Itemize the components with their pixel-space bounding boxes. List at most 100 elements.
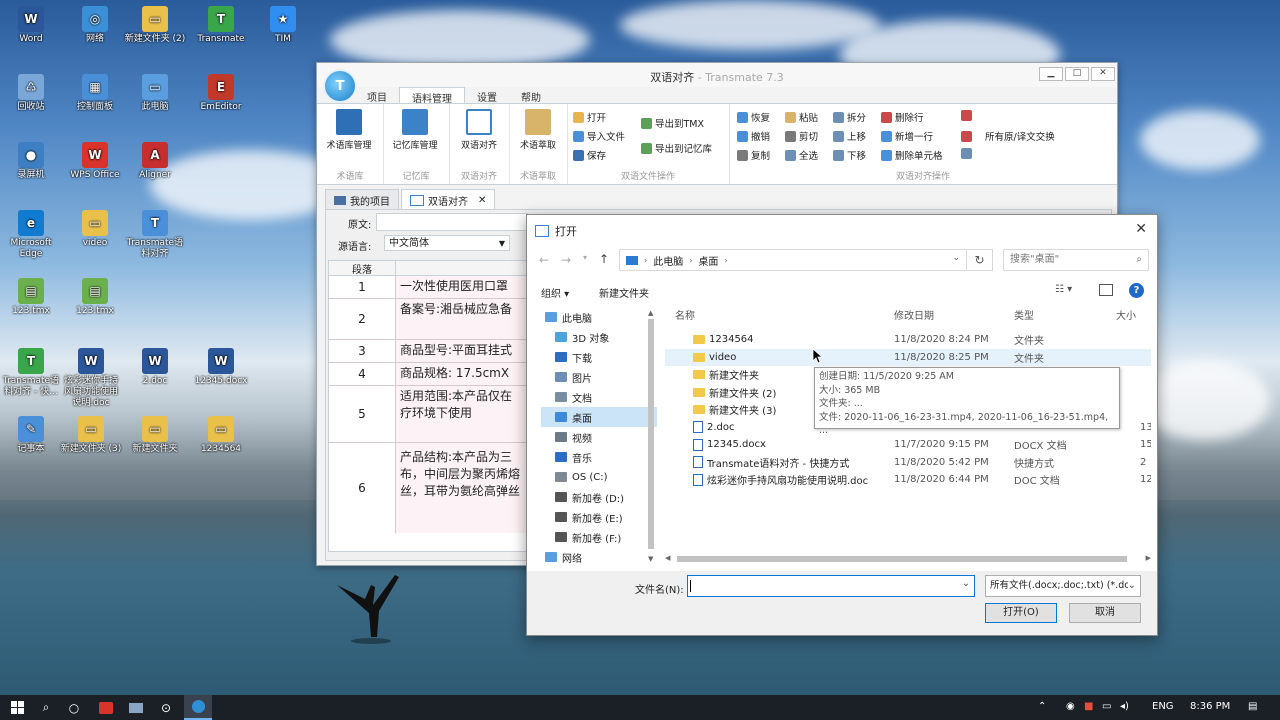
recorder-taskbar-icon[interactable]: ⊙ [152,695,180,720]
forward-arrow-icon[interactable]: → [561,253,571,267]
move-up-button[interactable]: 上移 [833,129,866,143]
delete-cell-button[interactable]: 删除单元格 [881,148,943,162]
desktop-icon[interactable]: ▭ video [64,210,126,249]
tab-project[interactable]: 项目 [355,87,399,104]
recent-chevron-icon[interactable]: ▾ [583,253,587,262]
minimize-button[interactable]: ▁ [1039,67,1063,81]
undo-button[interactable]: 撤销 [737,129,770,143]
address-bar[interactable]: › 此电脑 › 桌面 › ⌄ [619,249,967,271]
up-arrow-icon[interactable]: ↑ [599,252,609,266]
file-row[interactable]: 炫彩迷你手持风扇功能使用说明.doc 11/8/2020 6:44 PM DOC 文… [665,471,1151,488]
hscroll-thumb[interactable] [677,556,1127,562]
row-source-text[interactable]: 产品结构:本产品为三 布，中间层为聚丙烯熔 丝，耳带为氨纶高弹丝 [396,443,529,533]
tab-bilingual-align[interactable]: 双语对齐 ✕ [401,189,496,211]
nav-item[interactable]: 网络 [541,547,657,567]
desktop-icon[interactable]: ★ TIM [252,6,314,45]
file-row[interactable]: 1234564 11/8/2020 8:24 PM 文件夹 [665,331,1151,348]
table-row[interactable]: 6 产品结构:本产品为三 布，中间层为聚丙烯熔 丝，耳带为氨纶高弹丝 [329,443,529,533]
nav-item[interactable]: 图片 [541,367,657,387]
desktop-icon[interactable]: ▭ 新建文件夹 [124,416,186,455]
desktop-icon[interactable]: W Word [0,6,62,45]
desktop-icon[interactable]: ♺ 回收站 [0,74,62,113]
move-down-button[interactable]: 下移 [833,148,866,162]
preview-pane-icon[interactable] [1099,284,1113,296]
organize-menu[interactable]: 组织 ▾ [541,285,569,300]
tab-help[interactable]: 帮助 [509,87,553,104]
nav-item[interactable]: 新加卷 (D:) [541,487,657,507]
desktop-icon[interactable]: ▭ 此电脑 [124,74,186,113]
task-view-icon[interactable]: ○ [60,695,88,720]
help-icon[interactable]: ? [1129,283,1144,298]
file-row[interactable]: Transmate语料对齐 - 快捷方式 11/8/2020 5:42 PM 快捷方… [665,454,1151,471]
source-lang-select[interactable]: 中文简体 ▼ [384,235,510,251]
desktop-icon[interactable]: ◎ 网络 [64,6,126,45]
desktop-icon[interactable]: E EmEditor [190,74,252,113]
wps-taskbar-icon[interactable] [92,695,120,720]
nav-item[interactable]: 3D 对象 [541,327,657,347]
nav-pane-scrollbar[interactable]: ▲ ▼ [647,307,655,565]
chevron-down-icon[interactable]: ⌄ [962,578,970,589]
file-row[interactable]: 12345.docx 11/7/2020 9:15 PM DOCX 文档 15 [665,436,1151,453]
swap-all-button[interactable]: 所有原/译文交换 [961,129,1055,143]
file-list-hscrollbar[interactable]: ◀ ▶ [665,553,1151,565]
desktop-icon[interactable]: A Aligner [124,142,186,181]
tab-settings[interactable]: 设置 [465,87,509,104]
nav-item[interactable]: 下载 [541,347,657,367]
tab-corpus-management[interactable]: 语料管理 [399,87,465,105]
desktop-icon[interactable]: T Transmate语料对齐 - 快... [0,348,62,398]
row-source-text[interactable]: 商品型号:平面耳挂式 [396,340,529,362]
column-type[interactable]: 类型 [1014,307,1034,322]
bilingual-align-button[interactable]: 双语对齐 [453,109,505,151]
term-extract-button[interactable]: 术语萃取 [512,109,564,151]
breadcrumb-this-pc[interactable]: 此电脑 [653,253,683,268]
desktop-icon[interactable]: W 2.doc [124,348,186,387]
export-tmx-button[interactable]: 导出到TMX [641,116,704,130]
row-source-text[interactable]: 适用范围:本产品仅在 疗环境下使用 [396,386,529,442]
desktop-icon[interactable]: W 炫彩迷你手持风扇功能使用说明.doc [60,348,122,409]
input-language[interactable]: ENG [1152,701,1174,712]
start-button[interactable] [4,695,32,720]
cancel-button[interactable]: 取消 [1069,603,1141,623]
scroll-thumb[interactable] [648,319,654,549]
close-tab-icon[interactable]: ✕ [478,195,486,206]
row-source-text[interactable]: 一次性使用医用口罩 [396,276,529,298]
tray-chevron-icon[interactable]: ⌃ [1038,701,1046,712]
file-row[interactable]: video 11/8/2020 8:25 PM 文件夹 [665,348,1151,366]
open-file-button[interactable]: 打开 [573,110,606,124]
table-row[interactable]: 1 一次性使用医用口罩 [329,276,529,299]
row-source-text[interactable]: 商品规格: 17.5cmX [396,363,529,385]
restore-button[interactable]: 恢复 [737,110,770,124]
swap-small-button-1[interactable] [961,110,972,121]
window-titlebar[interactable]: 双语对齐 - Transmate 7.3 ▁ □ ✕ [317,63,1117,87]
close-button[interactable]: ✕ [1091,67,1115,81]
maximize-button[interactable]: □ [1065,67,1089,81]
address-dropdown-icon[interactable]: ⌄ [952,253,960,263]
new-folder-button[interactable]: 新建文件夹 [599,285,649,300]
search-input[interactable]: 搜索"桌面" ⌕ [1003,249,1149,271]
nav-item[interactable]: 音乐 [541,447,657,467]
termbase-manage-button[interactable]: 术语库管理 [323,109,375,151]
table-row[interactable]: 4 商品规格: 17.5cmX [329,363,529,386]
column-size[interactable]: 大小 [1116,307,1136,322]
explorer-taskbar-icon[interactable] [122,695,150,720]
nav-item[interactable]: OS (C:) [541,467,657,487]
notification-icon[interactable]: ▤ [1248,701,1257,712]
table-row[interactable]: 5 适用范围:本产品仅在 疗环境下使用 [329,386,529,443]
desktop-icon[interactable]: e Microsoft Edge [0,210,62,260]
row-source-text[interactable]: 备案号:湘岳械应急备 [396,299,529,339]
dialog-close-button[interactable]: ✕ [1135,221,1147,237]
copy-button[interactable]: 复制 [737,148,770,162]
app-logo-icon[interactable]: T [323,69,357,103]
table-row[interactable]: 3 商品型号:平面耳挂式 [329,340,529,363]
nav-item[interactable]: 文档 [541,387,657,407]
desktop-icon[interactable]: W 12345.docx [190,348,252,387]
nav-item[interactable]: 此电脑 [541,307,657,327]
cut-button[interactable]: 剪切 [785,129,818,143]
desktop-icon[interactable]: ▭ 新建文件夹 (2) [124,6,186,45]
nav-item[interactable]: 新加卷 (E:) [541,507,657,527]
delete-row-button[interactable]: 删除行 [881,110,924,124]
desktop-icon[interactable]: ▦ 控制面板 [64,74,126,113]
breadcrumb-desktop[interactable]: 桌面 [698,253,718,268]
paste-button[interactable]: 粘贴 [785,110,818,124]
desktop-icon[interactable]: ▤ 123.tmx [64,278,126,317]
